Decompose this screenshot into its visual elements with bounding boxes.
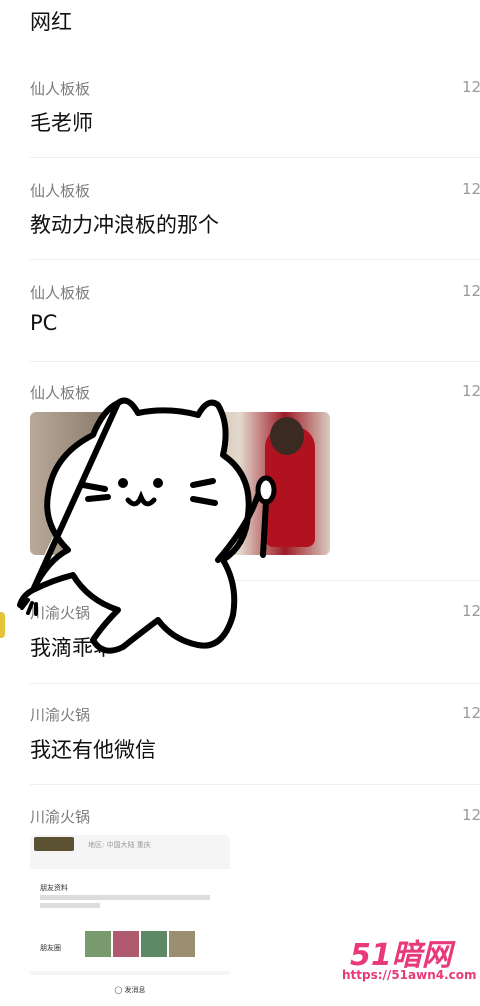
message-time: 12: [462, 382, 480, 400]
text-placeholder: [40, 903, 100, 908]
site-watermark: 51暗网 https://51awn4.com: [336, 930, 477, 990]
top-message: 网红: [30, 10, 72, 34]
profile-thumbnail: [34, 837, 74, 851]
moments-label: 朋友圈: [40, 944, 61, 952]
divider: [30, 580, 480, 581]
profile-location: 地区: 中国大陆 重庆: [88, 841, 151, 849]
divider: [30, 259, 480, 260]
watermark-url: https://51awn4.com: [342, 968, 477, 982]
divider: [30, 683, 480, 684]
moment-thumb: [113, 931, 139, 957]
sender-name: 仙人板板: [30, 182, 91, 200]
message-time: 12: [462, 602, 480, 620]
sender-name: 川渝火锅: [30, 808, 91, 826]
profile-card-image[interactable]: 地区: 中国大陆 重庆 朋友资料 朋友圈 ◯ 发消息: [30, 835, 230, 1006]
moment-thumb: [141, 931, 167, 957]
sender-name: 仙人板板: [30, 384, 91, 402]
chat-bubble-icon: ◯: [114, 986, 123, 994]
message-text: 毛老师: [30, 111, 93, 135]
message-time: 12: [462, 78, 480, 96]
sender-name: 川渝火锅: [30, 604, 91, 622]
sender-name: 仙人板板: [30, 284, 91, 302]
moments-thumbnails: [85, 931, 197, 959]
send-message-button: ◯ 发消息: [30, 975, 230, 1006]
edge-tab: [0, 612, 5, 638]
profile-info-label: 朋友资料: [40, 884, 68, 892]
text-placeholder: [40, 895, 210, 900]
photo-person-head: [270, 417, 304, 455]
message-text: 我滴乖乖: [30, 636, 114, 660]
message-time: 12: [462, 180, 480, 198]
message-text: 我还有他微信: [30, 738, 156, 762]
message-time: 12: [462, 282, 480, 300]
message-text: PC: [30, 311, 58, 335]
divider: [30, 361, 480, 362]
moment-thumb: [85, 931, 111, 957]
sender-name: 仙人板板: [30, 80, 91, 98]
message-photo[interactable]: [30, 412, 330, 555]
divider: [30, 157, 480, 158]
message-time: 12: [462, 806, 480, 824]
message-time: 12: [462, 704, 480, 722]
divider: [30, 784, 480, 785]
message-text: 教动力冲浪板的那个: [30, 213, 219, 237]
sender-name: 川渝火锅: [30, 706, 91, 724]
moments-section: 朋友圈: [30, 927, 230, 971]
moment-thumb: [169, 931, 195, 957]
send-message-label: 发消息: [124, 986, 146, 994]
